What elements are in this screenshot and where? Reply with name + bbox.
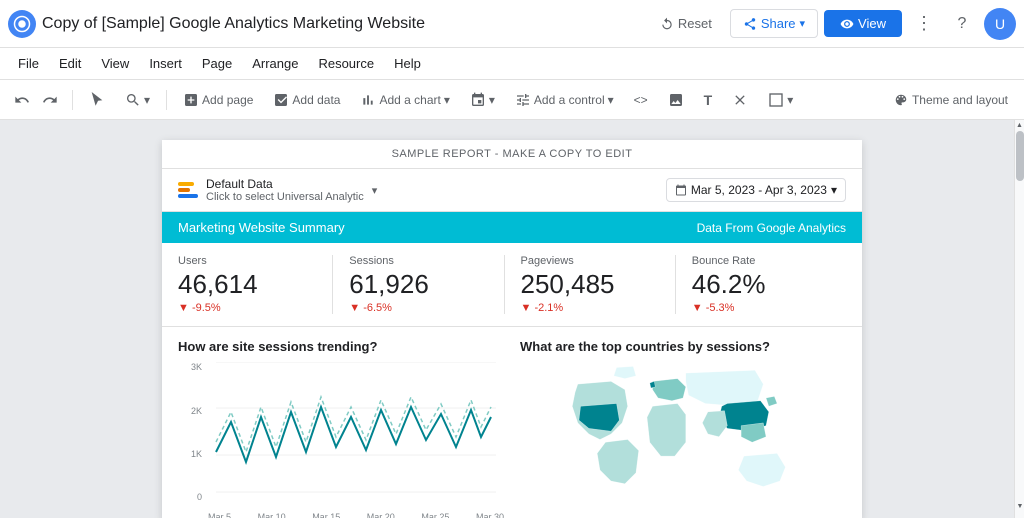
add-page-button[interactable]: Add page — [175, 88, 261, 112]
map-chart: What are the top countries by sessions? — [520, 339, 846, 518]
image-button[interactable] — [660, 88, 692, 112]
metric-bounce-change: ▼ -5.3% — [692, 302, 830, 314]
more-options-button[interactable]: ⋮ — [908, 8, 940, 40]
add-control-button[interactable]: Add a control ▾ — [507, 88, 622, 112]
scrollbar[interactable]: ▲ ▼ — [1014, 120, 1024, 518]
view-button[interactable]: View — [824, 10, 902, 37]
top-actions: Reset Share ▾ View ⋮ ? U — [648, 8, 1016, 40]
menu-file[interactable]: File — [8, 52, 49, 75]
menu-resource[interactable]: Resource — [308, 52, 384, 75]
theme-layout-button[interactable]: Theme and layout — [886, 89, 1016, 111]
sessions-chart-title: How are site sessions trending? — [178, 339, 504, 354]
help-button[interactable]: ? — [946, 8, 978, 40]
redo-button[interactable] — [36, 86, 64, 114]
sessions-line-chart: 3K 2K 1K 0 — [178, 362, 504, 518]
scrollbar-up-arrow[interactable]: ▲ — [1016, 121, 1024, 129]
share-button[interactable]: Share ▾ — [730, 9, 818, 38]
user-avatar[interactable]: U — [984, 8, 1016, 40]
summary-title: Marketing Website Summary — [178, 220, 697, 235]
toolbar-sep-2 — [166, 90, 167, 110]
text-button[interactable]: T — [696, 88, 721, 112]
scrollbar-thumb[interactable] — [1016, 131, 1024, 181]
menu-view[interactable]: View — [91, 52, 139, 75]
summary-bar: Marketing Website Summary Data From Goog… — [162, 212, 862, 243]
metrics-row: Users 46,614 ▼ -9.5% Sessions 61,926 ▼ -… — [162, 243, 862, 327]
x-axis-labels: Mar 5 Mar 10 Mar 15 Mar 20 Mar 25 Mar 30 — [208, 512, 504, 518]
report-banner: SAMPLE REPORT - MAKE A COPY TO EDIT — [162, 140, 862, 169]
reset-button[interactable]: Reset — [648, 10, 724, 37]
document-title: Copy of [Sample] Google Analytics Market… — [42, 15, 642, 33]
app-icon — [8, 10, 36, 38]
menu-edit[interactable]: Edit — [49, 52, 91, 75]
menu-help[interactable]: Help — [384, 52, 431, 75]
canvas-area: SAMPLE REPORT - MAKE A COPY TO EDIT Defa… — [0, 120, 1024, 518]
menu-arrange[interactable]: Arrange — [242, 52, 308, 75]
menu-bar: File Edit View Insert Page Arrange Resou… — [0, 48, 1024, 80]
datasource-icon — [178, 182, 198, 198]
cursor-tool-button[interactable] — [81, 88, 113, 112]
datasource-selector[interactable]: Default Data Click to select Universal A… — [178, 177, 654, 203]
summary-source: Data From Google Analytics — [697, 221, 846, 235]
metric-pageviews: Pageviews 250,485 ▼ -2.1% — [504, 255, 675, 314]
datasource-dropdown-arrow[interactable]: ▾ — [372, 184, 378, 197]
top-bar: Copy of [Sample] Google Analytics Market… — [0, 0, 1024, 48]
map-chart-title: What are the top countries by sessions? — [520, 339, 846, 354]
add-chart-button[interactable]: Add a chart ▾ — [352, 88, 457, 112]
menu-page[interactable]: Page — [192, 52, 242, 75]
toolbar: ▾ Add page Add data Add a chart ▾ ▾ Add … — [0, 80, 1024, 120]
line-chart-svg — [208, 362, 504, 502]
world-map — [520, 362, 846, 518]
report-canvas: SAMPLE REPORT - MAKE A COPY TO EDIT Defa… — [162, 140, 862, 518]
undo-button[interactable] — [8, 86, 36, 114]
date-range-picker[interactable]: Mar 5, 2023 - Apr 3, 2023 ▾ — [666, 178, 846, 202]
charts-section: How are site sessions trending? 3K 2K 1K… — [162, 327, 862, 518]
world-map-svg — [520, 362, 846, 517]
report-header: Default Data Click to select Universal A… — [162, 169, 862, 212]
toolbar-sep-1 — [72, 90, 73, 110]
connector-button[interactable]: ▾ — [462, 88, 503, 112]
sessions-chart: How are site sessions trending? 3K 2K 1K… — [178, 339, 504, 518]
code-button[interactable]: <> — [626, 89, 656, 111]
metric-users-change: ▼ -9.5% — [178, 302, 316, 314]
y-axis-labels: 3K 2K 1K 0 — [178, 362, 206, 502]
metric-users: Users 46,614 ▼ -9.5% — [178, 255, 332, 314]
add-data-button[interactable]: Add data — [265, 88, 348, 112]
metric-bounce-rate: Bounce Rate 46.2% ▼ -5.3% — [675, 255, 846, 314]
menu-insert[interactable]: Insert — [139, 52, 192, 75]
datasource-info: Default Data Click to select Universal A… — [206, 177, 364, 203]
shape-button[interactable]: ▾ — [760, 88, 801, 112]
scrollbar-down-arrow[interactable]: ▼ — [1016, 502, 1024, 510]
line-button[interactable] — [724, 88, 756, 112]
undo-redo-group — [8, 86, 64, 114]
metric-sessions: Sessions 61,926 ▼ -6.5% — [332, 255, 503, 314]
zoom-button[interactable]: ▾ — [117, 88, 158, 112]
metric-pageviews-change: ▼ -2.1% — [521, 302, 659, 314]
metric-sessions-change: ▼ -6.5% — [349, 302, 487, 314]
